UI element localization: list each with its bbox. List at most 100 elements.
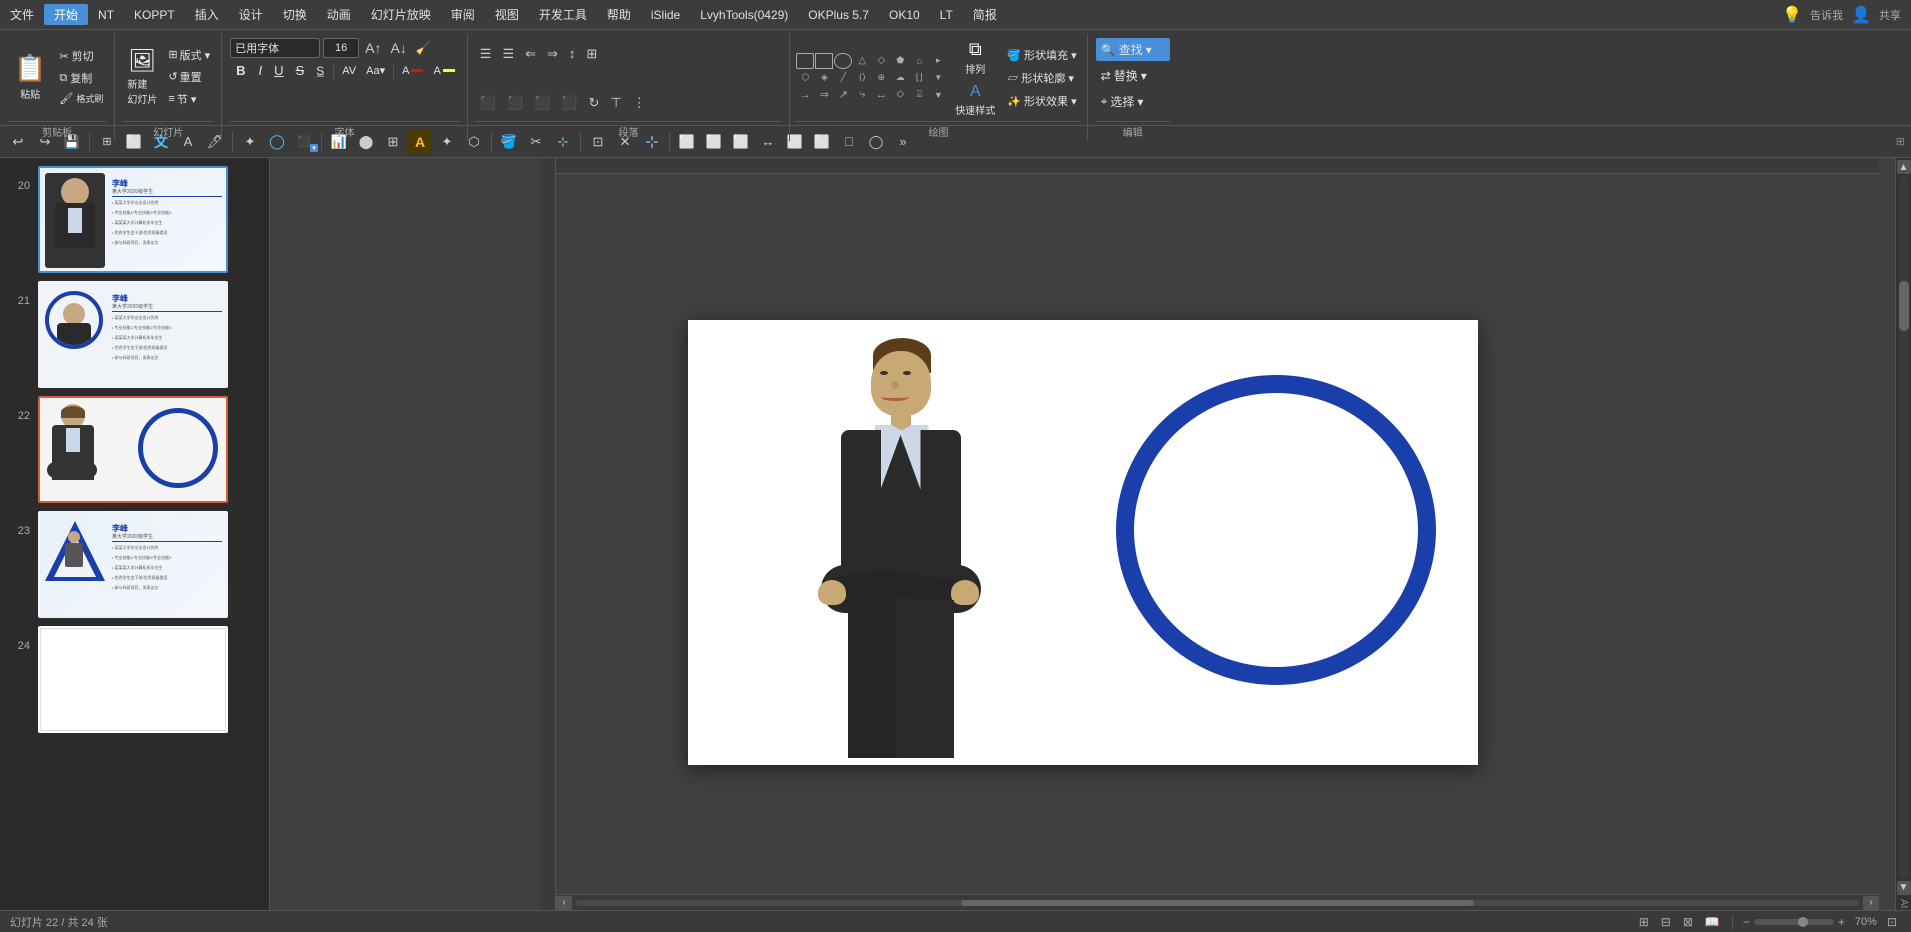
shape-cell[interactable]: ☁ <box>891 70 909 86</box>
menu-item-lvyhtools[interactable]: LvyhTools(0429) <box>690 6 798 24</box>
justify-button[interactable]: ⬛ <box>557 93 581 113</box>
shape-cell[interactable]: ⊕ <box>872 70 890 86</box>
quick-styles-button[interactable]: A 快速样式 <box>951 81 999 119</box>
font-color-button[interactable]: A <box>398 63 427 79</box>
replace-button[interactable]: ⇄ 替换 ▾ <box>1096 64 1170 87</box>
shape-cell[interactable] <box>834 53 852 69</box>
slide-thumb-24[interactable] <box>38 626 228 733</box>
bold-button[interactable]: B <box>230 61 251 80</box>
menu-item-slideshow[interactable]: 幻灯片放映 <box>361 4 441 25</box>
font-size-decrease-button[interactable]: A↓ <box>388 39 410 57</box>
menu-item-insert[interactable]: 插入 <box>185 4 229 25</box>
outline-view-button[interactable]: ⊟ <box>1655 913 1677 931</box>
menu-item-lt[interactable]: LT <box>930 6 963 24</box>
shape-cell[interactable]: ◇ <box>872 53 890 69</box>
new-slide-button[interactable]: 🖼 新建幻灯片 <box>123 45 161 109</box>
line-spacing-button[interactable]: ↕ <box>565 44 580 63</box>
shape-cell[interactable]: ⟨⟩ <box>853 70 871 86</box>
find-button[interactable]: 🔍 查找 ▾ <box>1096 38 1170 61</box>
lightbulb-icon[interactable]: 💡 <box>1782 5 1802 25</box>
slide-item-20[interactable]: 20 李峰 某大学2020级学生 • 某某大学 <box>0 162 269 277</box>
slide-thumb-20[interactable]: 李峰 某大学2020级学生 • 某某大学毕业业设计优秀 • 专业技能1/专业技能… <box>38 166 228 273</box>
shape-cell[interactable] <box>815 53 833 69</box>
h-scroll-right[interactable]: › <box>1863 896 1879 910</box>
shape-cell[interactable]: → <box>796 87 814 103</box>
menu-item-view[interactable]: 视图 <box>485 4 529 25</box>
shape-cell[interactable]: ▼ <box>929 70 947 86</box>
zoom-out-button[interactable]: − <box>1739 913 1754 931</box>
paste-button[interactable]: 📋 粘贴 <box>8 50 52 104</box>
decrease-indent-button[interactable]: ⇐ <box>521 44 540 64</box>
font-name-input[interactable] <box>230 38 320 58</box>
zoom-slider[interactable] <box>1754 919 1834 925</box>
shape-cell[interactable]: ⌂ <box>910 53 928 69</box>
shape-effect-button[interactable]: ✨ 形状效果 ▾ <box>1003 91 1080 111</box>
align-center-button[interactable]: ⬛ <box>503 93 527 113</box>
shape-outline-button[interactable]: ▱ 形状轮廓 ▾ <box>1003 68 1080 88</box>
tell-me-label[interactable]: 告诉我 <box>1810 7 1843 23</box>
shape-cell[interactable]: ╱ <box>834 70 852 86</box>
h-scroll-track[interactable] <box>576 900 1859 906</box>
shape-cell[interactable]: ⬡ <box>796 70 814 86</box>
slide-thumb-23[interactable]: 李峰 某大学2020级学生 • 某某大学毕业业设计优秀 • 专业技能1/专业技能… <box>38 511 228 618</box>
menu-item-okplus[interactable]: OKPlus 5.7 <box>798 6 879 24</box>
shape-cell[interactable]: △ <box>853 53 871 69</box>
section-button[interactable]: ≡节 ▾ <box>165 89 213 109</box>
align-right-button[interactable]: ⬛ <box>530 93 554 113</box>
menu-item-nt[interactable]: NT <box>88 6 124 24</box>
clear-format-button[interactable]: 🧹 <box>413 40 434 56</box>
copy-button[interactable]: ⧉复制 <box>56 68 106 88</box>
shape-cell[interactable]: ↗ <box>834 87 852 103</box>
shape-cell[interactable]: ⤷ <box>853 87 871 103</box>
blue-ellipse[interactable] <box>1116 375 1436 685</box>
text-direction-button[interactable]: ↻ <box>585 93 604 113</box>
shape-cell[interactable]: ⇒ <box>815 87 833 103</box>
font-size-increase-button[interactable]: A↑ <box>362 39 384 57</box>
font-size-input[interactable] <box>323 38 359 58</box>
columns-button[interactable]: ⊞ <box>582 44 601 64</box>
shape-cell[interactable]: ⬦ <box>891 87 909 103</box>
share-label[interactable]: 共享 <box>1879 7 1901 23</box>
canvas-area[interactable]: ‹ › <box>270 158 1895 910</box>
menu-item-home[interactable]: 开始 <box>44 4 88 25</box>
arrange-button[interactable]: ⧉ 排列 <box>951 36 999 79</box>
menu-item-transition[interactable]: 切换 <box>273 4 317 25</box>
menu-item-animation[interactable]: 动画 <box>317 4 361 25</box>
v-scrollbar[interactable]: ▲ ▼ At <box>1895 158 1911 910</box>
slide-panel-scroll[interactable]: 20 李峰 某大学2020级学生 • 某某大学 <box>0 162 269 906</box>
select-button[interactable]: ⌖ 选择 ▾ <box>1096 90 1170 113</box>
highlight-color-button[interactable]: A <box>429 63 458 79</box>
zoom-level[interactable]: 70% <box>1849 914 1883 930</box>
vertical-align-button[interactable]: ⊤ <box>606 93 625 113</box>
slide-thumb-22[interactable] <box>38 396 228 503</box>
numbered-list-button[interactable]: ☰ <box>498 44 518 64</box>
bullet-list-button[interactable]: ☰ <box>476 44 496 64</box>
menu-item-help[interactable]: 帮助 <box>597 4 641 25</box>
reading-view-button[interactable]: 📖 <box>1699 913 1726 931</box>
smartart-button[interactable]: ⋮ <box>629 93 650 113</box>
cut-button[interactable]: ✂剪切 <box>56 46 106 66</box>
font-case-button[interactable]: Aa▾ <box>362 62 389 79</box>
slide-sorter-button[interactable]: ⊠ <box>1677 913 1699 931</box>
slide-item-24[interactable]: 24 <box>0 622 269 737</box>
h-scroll-left[interactable]: ‹ <box>556 896 572 910</box>
menu-item-design[interactable]: 设计 <box>229 4 273 25</box>
underline-button[interactable]: U <box>269 61 288 80</box>
normal-view-button[interactable]: ⊞ <box>1633 913 1655 931</box>
strikethrough-button[interactable]: S <box>291 61 310 80</box>
v-scroll-down[interactable]: ▼ <box>1897 881 1911 895</box>
h-scrollbar[interactable]: ‹ › <box>556 894 1879 910</box>
zoom-in-button[interactable]: + <box>1834 913 1849 931</box>
reset-button[interactable]: ↺重置 <box>165 67 213 87</box>
format-painter-button[interactable]: 🖌格式刷 <box>56 90 106 107</box>
slide-item-21[interactable]: 21 李峰 某大学2020级学生 • 某某大学毕业业设计优秀 <box>0 277 269 392</box>
slide-item-23[interactable]: 23 李峰 某大学2020级学生 <box>0 507 269 622</box>
shape-cell[interactable]: ⌊⌋ <box>910 70 928 86</box>
menu-item-ok10[interactable]: OK10 <box>879 6 930 24</box>
char-spacing-button[interactable]: AV <box>338 63 360 79</box>
shape-cell[interactable]: ▸ <box>929 53 947 69</box>
v-scroll-track[interactable] <box>1899 176 1909 879</box>
menu-item-islide[interactable]: iSlide <box>641 6 690 24</box>
align-left-button[interactable]: ⬛ <box>476 93 500 113</box>
shape-cell[interactable]: ⌻ <box>910 87 928 103</box>
